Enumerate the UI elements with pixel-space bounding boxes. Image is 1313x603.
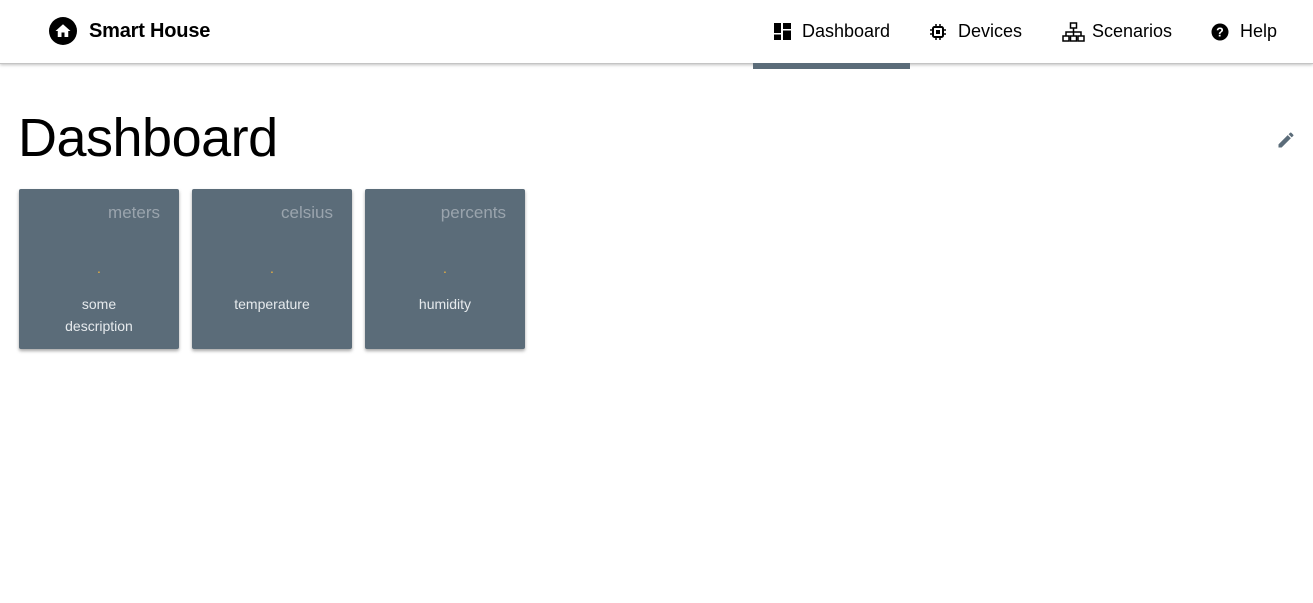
tab-help-label: Help — [1240, 21, 1278, 41]
widget-value: . — [270, 260, 274, 276]
house-icon — [49, 17, 77, 45]
dashboard-icon — [773, 23, 791, 41]
tab-devices[interactable]: Devices — [929, 0, 1022, 63]
widget-unit: celsius — [281, 203, 333, 222]
tab-scenarios-label: Scenarios — [1092, 21, 1173, 41]
svg-text:?: ? — [1216, 25, 1224, 39]
top-app-bar: Smart House Dashboard Devices Scenarios … — [0, 0, 1313, 64]
sitemap-icon — [1062, 21, 1085, 42]
tab-scenarios[interactable]: Scenarios — [1062, 0, 1172, 63]
widget-unit: meters — [108, 203, 160, 222]
widget-description: temperature — [234, 296, 310, 312]
brand[interactable]: Smart House — [49, 17, 210, 45]
widget-description: humidity — [418, 296, 472, 312]
edit-dashboard-button[interactable] — [1275, 131, 1297, 153]
tab-dashboard[interactable]: Dashboard — [773, 0, 890, 63]
tab-help[interactable]: ? Help — [1211, 0, 1277, 63]
widget-card-celsius[interactable]: celsius . temperature — [192, 189, 352, 349]
active-tab-indicator — [753, 63, 910, 69]
pencil-icon — [1276, 130, 1296, 155]
chip-icon — [929, 23, 947, 41]
widget-value: . — [97, 260, 101, 276]
page-title: Dashboard — [18, 108, 278, 168]
tab-dashboard-label: Dashboard — [802, 21, 891, 41]
app-title: Smart House — [89, 19, 211, 42]
tab-devices-label: Devices — [958, 21, 1023, 41]
widget-unit: percents — [440, 203, 506, 222]
widget-card-meters[interactable]: meters . some description — [19, 189, 179, 349]
widget-value: . — [443, 260, 447, 276]
widget-description: some description — [65, 296, 133, 334]
widget-card-percents[interactable]: percents . humidity — [365, 189, 525, 349]
help-circle-icon: ? — [1211, 23, 1229, 41]
